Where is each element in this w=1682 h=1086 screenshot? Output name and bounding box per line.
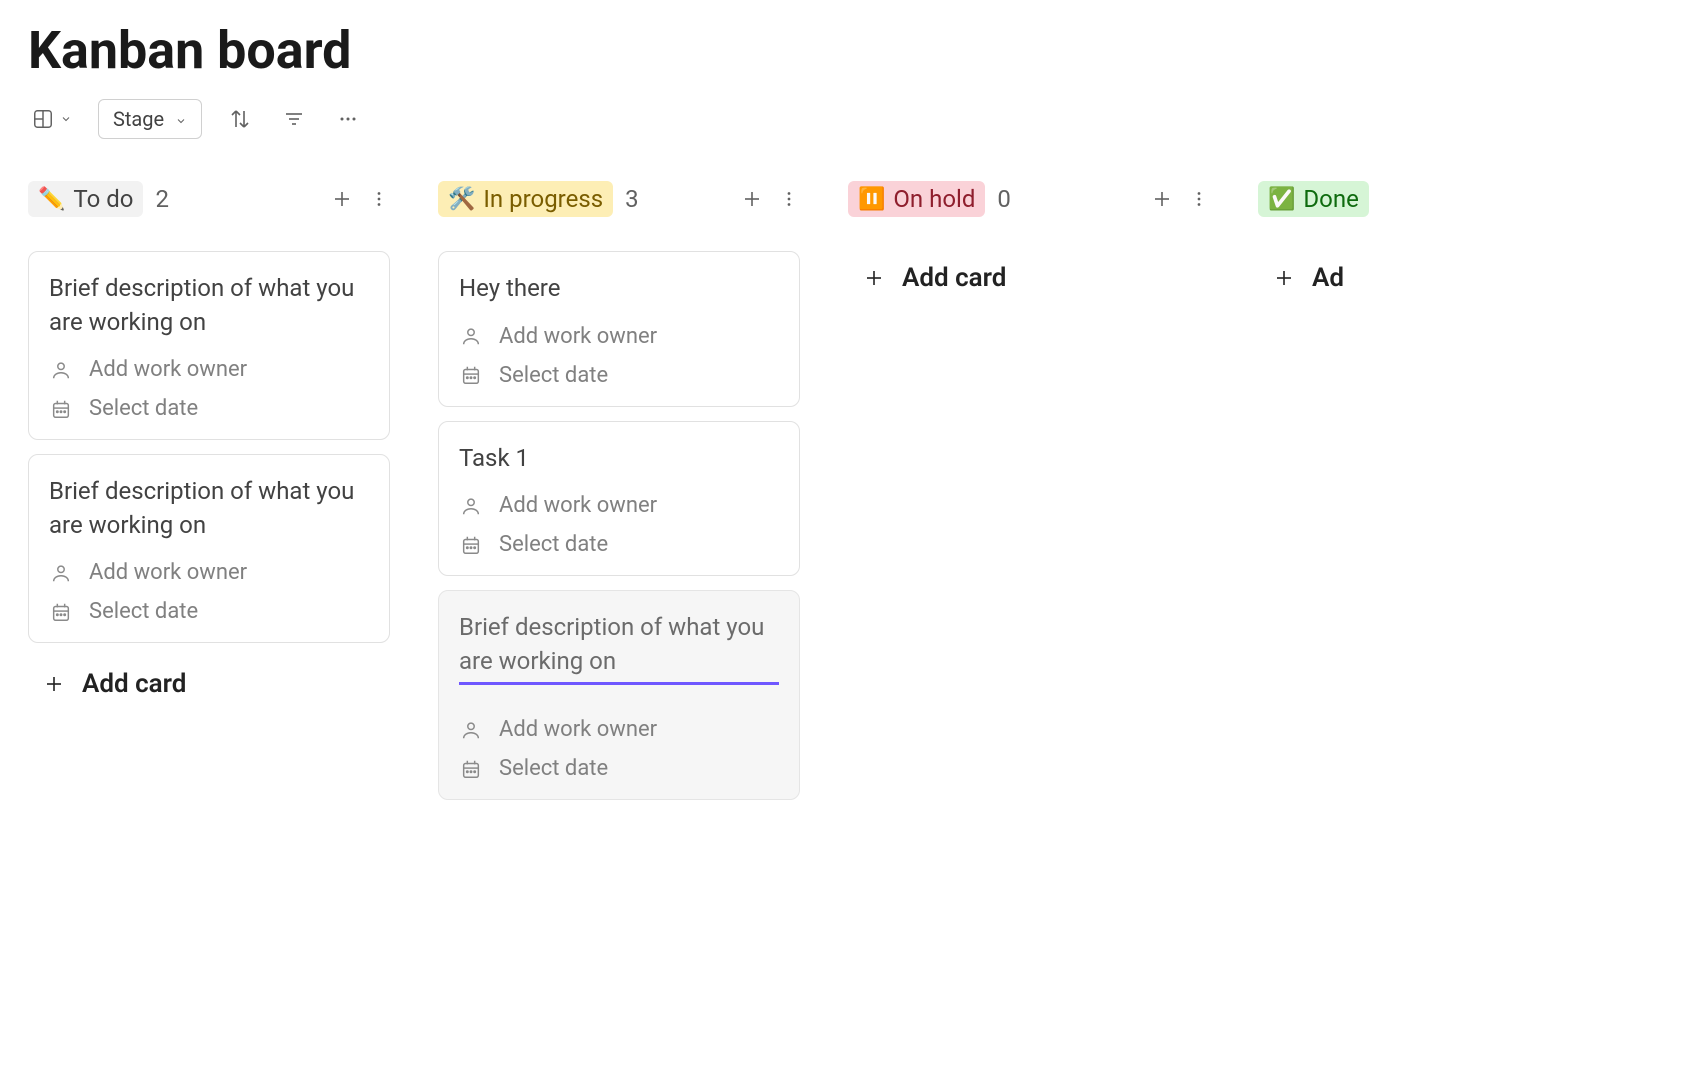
column-name: To do [73,185,133,213]
select-date-label: Select date [499,756,608,781]
column-header: ⏸️ On hold 0 [848,181,1210,217]
add-card-label: Add card [82,669,186,699]
add-owner-label: Add work owner [499,324,657,349]
calendar-icon [459,758,483,780]
column-emoji-icon: ⏸️ [858,187,885,212]
grouping-label: Stage [113,107,164,131]
kanban-column: ✅ Done Ad [1258,181,1378,305]
add-owner-button[interactable]: Add work owner [459,717,779,742]
column-name: On hold [893,185,975,213]
select-date-label: Select date [499,532,608,557]
column-more-button[interactable] [368,188,390,210]
select-date-label: Select date [89,396,198,421]
kanban-card[interactable]: Brief description of what you are workin… [438,590,800,800]
more-button[interactable] [332,101,364,137]
select-date-button[interactable]: Select date [459,532,779,557]
card-title: Brief description of what you are workin… [49,272,369,339]
add-owner-button[interactable]: Add work owner [459,493,779,518]
calendar-icon [49,601,73,623]
page-title: Kanban board [28,20,1654,81]
more-horizontal-icon [336,107,360,131]
add-owner-button[interactable]: Add work owner [49,560,369,585]
add-owner-label: Add work owner [89,357,247,382]
select-date-button[interactable]: Select date [459,756,779,781]
filter-icon [282,107,306,131]
add-card-button[interactable]: Ad [1258,251,1378,305]
kanban-card[interactable]: Hey there Add work owner Select date [438,251,800,407]
kanban-column: 🛠️ In progress 3 Hey there Add work owner Sel… [438,181,800,814]
view-switch-button[interactable] [28,102,76,136]
column-emoji-icon: ✏️ [38,187,65,212]
column-name: In progress [483,185,603,213]
kanban-column: ✏️ To do 2 Brief description of what you ar… [28,181,390,711]
kanban-card[interactable]: Brief description of what you are workin… [28,251,390,440]
column-name: Done [1303,185,1358,213]
person-icon [459,325,483,347]
sort-icon [228,107,252,131]
column-count: 3 [625,185,639,213]
select-date-button[interactable]: Select date [49,396,369,421]
card-title[interactable]: Brief description of what you are workin… [459,611,779,685]
kanban-card[interactable]: Brief description of what you are workin… [28,454,390,643]
column-add-button[interactable] [330,187,354,211]
sort-button[interactable] [224,101,256,137]
person-icon [49,359,73,381]
add-owner-button[interactable]: Add work owner [459,324,779,349]
calendar-icon [459,364,483,386]
toolbar: Stage [28,99,1654,139]
select-date-button[interactable]: Select date [459,363,779,388]
plus-icon [862,266,886,290]
select-date-label: Select date [89,599,198,624]
person-icon [49,562,73,584]
calendar-icon [49,398,73,420]
select-date-button[interactable]: Select date [49,599,369,624]
column-emoji-icon: 🛠️ [448,187,475,212]
column-more-button[interactable] [1188,188,1210,210]
add-owner-label: Add work owner [499,493,657,518]
card-title: Hey there [459,272,779,306]
column-header: ✏️ To do 2 [28,181,390,217]
column-emoji-icon: ✅ [1268,187,1295,212]
add-card-label: Add card [902,263,1006,293]
filter-button[interactable] [278,101,310,137]
column-count: 2 [155,185,169,213]
column-more-button[interactable] [778,188,800,210]
calendar-icon [459,534,483,556]
add-owner-label: Add work owner [499,717,657,742]
add-card-label: Ad [1312,263,1344,293]
add-card-button[interactable]: Add card [848,251,1210,305]
board-icon [32,108,54,130]
column-header: 🛠️ In progress 3 [438,181,800,217]
kanban-column: ⏸️ On hold 0 Add card [848,181,1210,305]
add-card-button[interactable]: Add card [28,657,390,711]
kanban-card[interactable]: Task 1 Add work owner Select date [438,421,800,577]
select-date-label: Select date [499,363,608,388]
plus-icon [1272,266,1296,290]
card-title: Brief description of what you are workin… [49,475,369,542]
kanban-board: ✏️ To do 2 Brief description of what you ar… [28,181,1654,814]
add-owner-button[interactable]: Add work owner [49,357,369,382]
grouping-dropdown[interactable]: Stage [98,99,202,139]
column-header: ✅ Done [1258,181,1378,217]
column-count: 0 [997,185,1011,213]
chevron-down-icon [60,113,72,125]
card-title: Task 1 [459,442,779,476]
column-label[interactable]: ✏️ To do [28,181,143,217]
column-label[interactable]: 🛠️ In progress [438,181,613,217]
column-add-button[interactable] [1150,187,1174,211]
column-label[interactable]: ✅ Done [1258,181,1369,217]
column-label[interactable]: ⏸️ On hold [848,181,985,217]
chevron-down-icon [175,115,187,127]
person-icon [459,719,483,741]
column-add-button[interactable] [740,187,764,211]
add-owner-label: Add work owner [89,560,247,585]
plus-icon [42,672,66,696]
person-icon [459,495,483,517]
